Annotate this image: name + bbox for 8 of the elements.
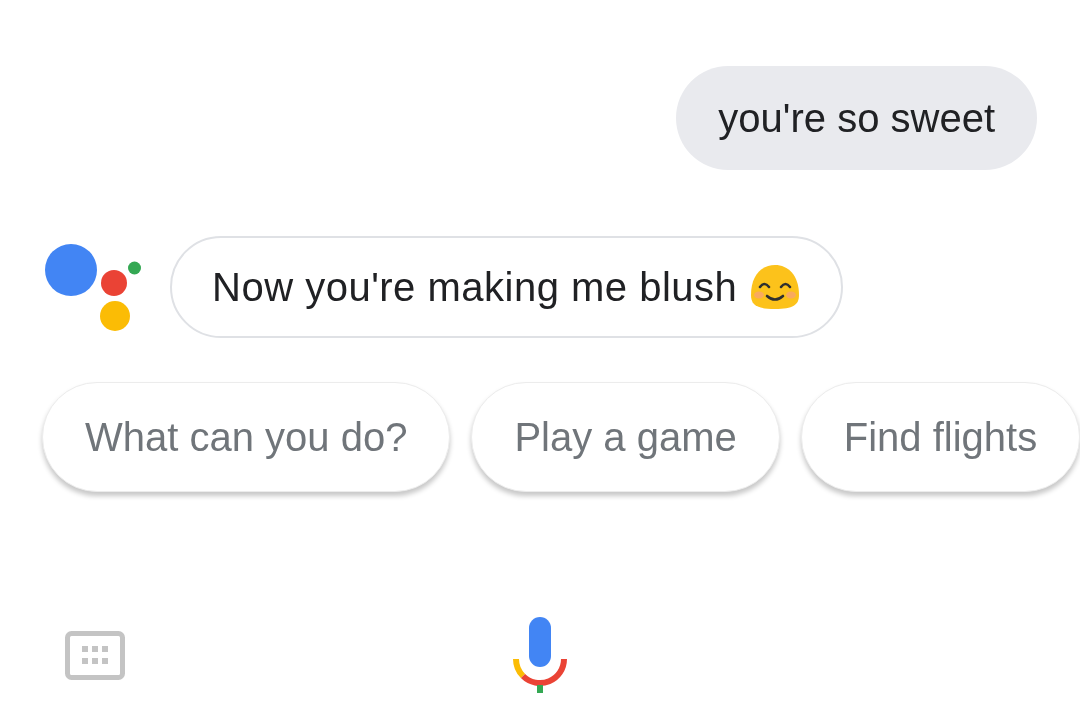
suggestion-chip[interactable]: Play a game <box>471 382 780 492</box>
smiling-face-icon <box>749 265 802 309</box>
suggestion-chip[interactable]: What can you do? <box>42 382 451 492</box>
assistant-message-text: Now you're making me blush <box>212 264 738 311</box>
suggestion-chip[interactable]: Find flights <box>800 382 1080 492</box>
microphone-icon[interactable] <box>512 617 568 693</box>
user-message-bubble: you're so sweet <box>676 66 1037 170</box>
assistant-logo-icon <box>45 243 141 331</box>
